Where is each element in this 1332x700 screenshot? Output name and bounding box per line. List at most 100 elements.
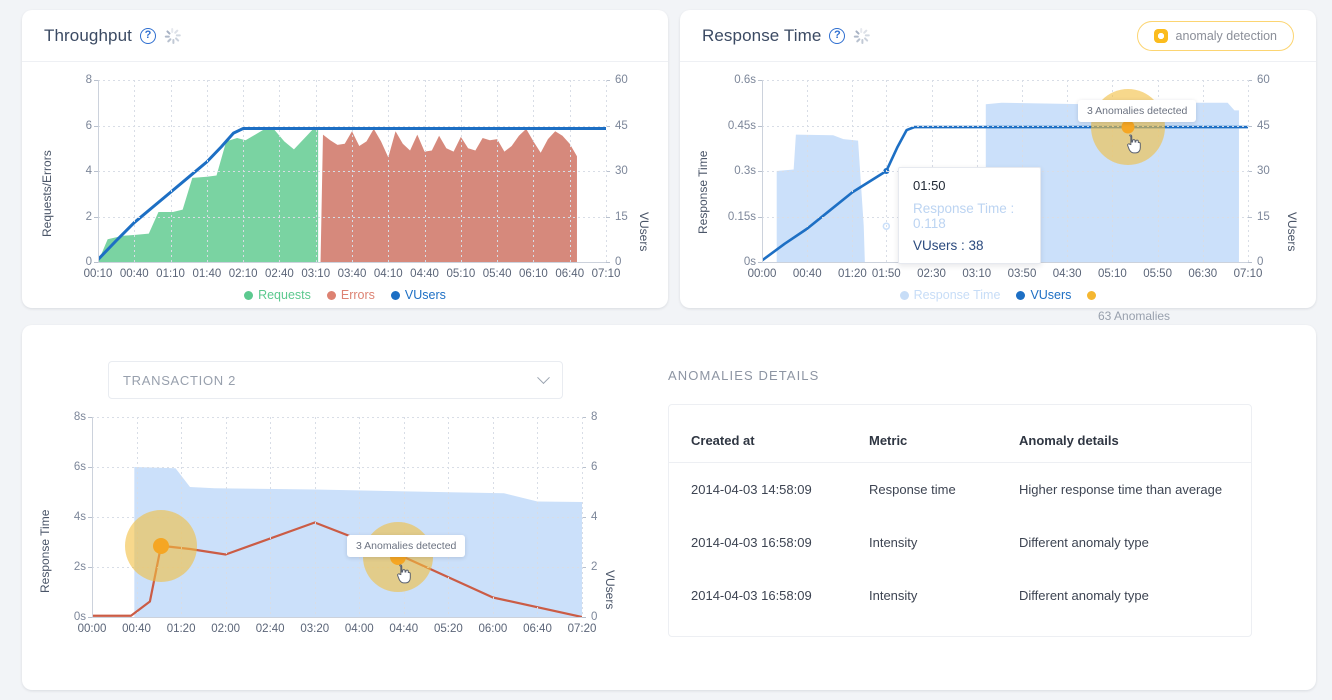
legend-label: VUsers [1030, 288, 1072, 302]
y2-axis-tick: 45 [1257, 119, 1270, 132]
legend-item[interactable] [1087, 290, 1097, 300]
x-axis-tick: 04:40 [410, 268, 439, 280]
x-axis-tick: 03:50 [1007, 268, 1037, 280]
anomaly-detection-button[interactable]: anomaly detection [1136, 20, 1294, 51]
x-axis-tick: 07:20 [567, 623, 597, 635]
anomaly-marker-tooltip: 3 Anomalies detected [347, 535, 466, 557]
transaction-select-value: TRANSACTION 2 [123, 372, 237, 388]
x-axis-tick: 01:10 [156, 268, 185, 280]
tooltip-time: 01:50 [913, 178, 946, 193]
legend-item[interactable]: Response Time [899, 288, 1000, 302]
x-axis-line [98, 262, 606, 263]
gridline [606, 80, 607, 262]
x-axis-tick: 01:20 [166, 623, 196, 635]
gridline [497, 80, 499, 262]
anomaly-point[interactable] [153, 537, 170, 554]
legend-item[interactable]: VUsers [1016, 288, 1071, 302]
anomalies-details-title: ANOMALIES DETAILS [668, 368, 820, 383]
y-axis-line [762, 80, 763, 262]
question-circle-icon[interactable]: ? [829, 27, 846, 44]
table-column-header: Metric [869, 405, 1019, 463]
legend-color-dot [390, 290, 400, 300]
table-cell: Intensity [869, 535, 918, 550]
y-axis-tick: 0.15s [727, 210, 756, 223]
gridline [352, 80, 353, 262]
table-row[interactable]: 2014-04-03 16:58:09 Intensity Different an… [669, 569, 1251, 622]
gridline [243, 80, 245, 262]
x-axis-tick: 00:00 [77, 623, 107, 635]
y-axis-tick: 0s [73, 611, 86, 623]
chevron-down-icon [537, 370, 550, 384]
legend-item[interactable]: Errors [326, 288, 375, 302]
response-time-tooltip: 01:50 Response Time : 0.118 VUsers : 38 [898, 167, 1041, 264]
x-axis-line [92, 617, 582, 618]
x-axis-tick: 00:40 [122, 623, 151, 635]
gridline [762, 80, 1248, 81]
gridline [92, 467, 582, 468]
response-time-y-axis-title: Response Time [696, 150, 710, 234]
y2-axis-tick: 60 [615, 74, 628, 86]
x-axis-tick: 02:00 [211, 623, 241, 635]
loading-spinner-icon [853, 27, 871, 44]
table-cell: Higher response time than average [1019, 482, 1223, 497]
legend-item[interactable]: VUsers [390, 288, 446, 302]
gridline [170, 80, 172, 262]
y2-axis-tick: 0 [615, 256, 622, 268]
anomaly-point[interactable] [1121, 120, 1135, 134]
x-axis-tick: 00:40 [119, 268, 149, 280]
table-cell: Response time [869, 482, 956, 497]
x-axis-tick: 07:10 [1233, 268, 1263, 280]
gridline [807, 80, 809, 262]
gear-icon [1153, 26, 1168, 45]
response-time-card: Response Time ? anomaly detection Respon… [680, 10, 1316, 323]
throughput-card: Throughput ? Requests/Errors VUsers 0 2 4 6… [22, 10, 668, 308]
x-axis-tick: 01:40 [192, 268, 222, 280]
x-axis-tick: 06:30 [1188, 268, 1218, 280]
y2-axis-tick: 2 [591, 561, 598, 573]
gridline [315, 80, 317, 262]
y2-axis-tick: 4 [591, 511, 598, 523]
x-axis-tick: 03:40 [337, 268, 367, 280]
table-column-header: Created at [669, 405, 869, 463]
transaction-chart: Response Time VUsers 0s 2s 4s 6s 8s 0 2 4 6 8 00:0… [22, 403, 662, 673]
x-axis-tick: 06:40 [555, 268, 585, 280]
x-axis-tick: 01:20 [838, 268, 867, 280]
table-row[interactable]: 2014-04-03 14:58:09 Response time Higher r… [669, 463, 1251, 517]
table-row[interactable]: 2014-04-03 16:58:09 Intensity Different an… [669, 516, 1251, 569]
response-time-legend: Response Time VUsers [680, 288, 1316, 302]
x-axis-tick: 06:40 [523, 623, 552, 635]
throughput-chart: Requests/Errors VUsers 0 2 4 6 8 0 15 30 45 60 00:… [22, 62, 668, 308]
throughput-title-group: Throughput ? [44, 26, 181, 46]
gridline [448, 417, 450, 617]
x-axis-tick: 05:50 [1143, 268, 1172, 280]
transaction-details-card: TRANSACTION 2 Response Time VUsers 0s 2s 4… [22, 325, 1316, 690]
y2-axis-tick: 30 [1257, 165, 1270, 177]
x-axis-tick: 04:40 [389, 623, 419, 635]
gridline [1248, 80, 1249, 262]
gridline [270, 417, 272, 617]
cursor-pointer-icon [1125, 133, 1143, 155]
transaction-y2-axis-title: VUsers [603, 570, 617, 610]
x-axis-tick: 06:10 [519, 268, 548, 280]
x-axis-tick: 03:10 [301, 268, 331, 280]
gridline [569, 80, 571, 262]
legend-color-dot [1016, 290, 1026, 300]
gridline [225, 417, 227, 617]
anomalies-table: Created at Metric Anomaly details 2014-04-… [669, 405, 1251, 622]
y2-axis-tick: 45 [615, 119, 628, 132]
y2-axis-tick: 15 [1257, 210, 1270, 223]
question-circle-icon[interactable]: ? [139, 27, 156, 44]
gridline [886, 80, 888, 262]
legend-label: Requests [258, 288, 311, 302]
transaction-select[interactable]: TRANSACTION 2 [108, 361, 563, 399]
cursor-pointer-icon [395, 563, 413, 585]
y-axis-tick: 0.45s [727, 119, 756, 132]
throughput-y2-axis-title: VUsers [637, 212, 651, 252]
tick-mark [1248, 262, 1252, 263]
dashboard-page: Throughput ? Requests/Errors VUsers 0 2 4 6… [0, 0, 1332, 700]
x-axis-tick: 05:10 [446, 268, 476, 280]
legend-item[interactable]: Requests [244, 288, 311, 302]
gridline [762, 125, 1248, 127]
table-column-header: Anomaly details [1019, 405, 1251, 463]
gridline [134, 80, 136, 262]
